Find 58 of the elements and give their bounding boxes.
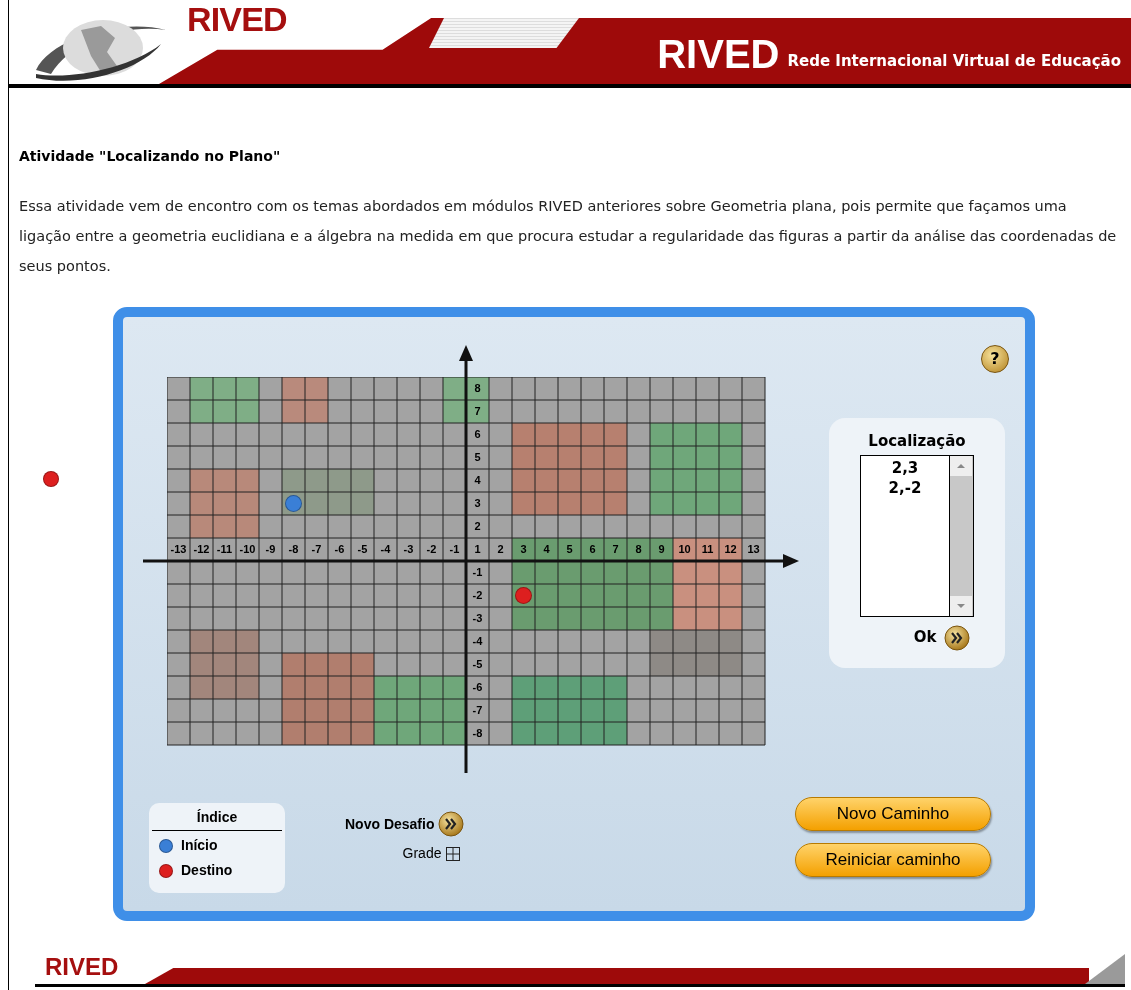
- path-button[interactable]: Novo Caminho: [795, 797, 991, 831]
- y-axis-label: -1: [471, 565, 484, 580]
- x-axis-label: 7: [611, 542, 620, 557]
- y-axis-label: -7: [471, 703, 484, 718]
- x-axis-label: 4: [542, 542, 551, 557]
- help-button[interactable]: ?: [981, 345, 1009, 373]
- x-axis-label: 8: [634, 542, 643, 557]
- legend-label: Início: [181, 836, 218, 855]
- location-label: Localização: [868, 431, 966, 452]
- x-axis-label: 9: [657, 542, 666, 557]
- grid-toggle[interactable]: Grade: [402, 843, 461, 864]
- x-axis-label: 6: [588, 542, 597, 557]
- x-axis-label: -5: [356, 542, 369, 557]
- x-axis-label: -7: [310, 542, 323, 557]
- y-axis-label: 8: [473, 381, 482, 396]
- x-axis-label: -1: [448, 542, 461, 557]
- brand-tagline: Rede Internacional Virtual de Educação: [787, 50, 1121, 72]
- x-axis-label: 3: [519, 542, 528, 557]
- legend-title: Índice: [152, 807, 282, 831]
- y-axis-label: 5: [473, 450, 482, 465]
- x-axis-label: -11: [215, 542, 234, 557]
- x-axis-label: -4: [379, 542, 392, 557]
- ok-button[interactable]: Ok: [913, 624, 971, 651]
- location-input[interactable]: 2,3 2,-2: [860, 454, 950, 617]
- x-axis-label: -3: [402, 542, 415, 557]
- activity-title: Atividade "Localizando no Plano": [19, 147, 282, 166]
- x-axis-label: -12: [192, 542, 211, 557]
- x-axis-label: 5: [565, 542, 574, 557]
- legend-label: Destino: [181, 861, 233, 880]
- y-axis-label: -2: [471, 588, 484, 603]
- y-axis-label: 6: [473, 427, 482, 442]
- intro-paragraph: Essa atividade vem de encontro com os temas abordados em módulos RIVED anteriores sobre Geometria plana, pois permite que façamos uma ligação entre a geometria euclidiana e a álgebra na medida em que procura estudar a regularidade das figuras a partir da análise das coordenadas de seus pontos.: [19, 197, 1118, 276]
- footer-logo-text: RIVED: [45, 955, 119, 979]
- y-axis-label: 2: [473, 519, 482, 534]
- x-axis-label: -10: [238, 542, 257, 557]
- x-axis-label: -2: [425, 542, 438, 557]
- y-axis-label: -5: [471, 657, 484, 672]
- x-axis-label: 2: [496, 542, 505, 557]
- y-axis-label: -6: [471, 680, 484, 695]
- y-axis-label: -4: [471, 634, 484, 649]
- logo-text: RIVED: [187, 2, 287, 36]
- x-axis-label: 1: [473, 542, 482, 557]
- path-button[interactable]: Reiniciar caminho: [795, 843, 991, 877]
- x-axis-label: -9: [264, 542, 277, 557]
- y-axis-label: 7: [473, 404, 482, 419]
- y-axis-label: 3: [473, 496, 482, 511]
- x-axis-label: -13: [169, 542, 188, 557]
- x-axis-label: 12: [723, 542, 738, 557]
- x-axis-label: -6: [333, 542, 346, 557]
- y-axis-label: 4: [473, 473, 482, 488]
- new-challenge-button[interactable]: Novo Desafio: [345, 811, 465, 837]
- y-axis-label: -8: [471, 726, 484, 741]
- x-axis-label: -8: [287, 542, 300, 557]
- brand-title: RIVED: [657, 34, 780, 74]
- x-axis-label: 10: [677, 542, 692, 557]
- y-axis-label: -3: [471, 611, 484, 626]
- x-axis-label: 11: [700, 542, 715, 557]
- x-axis-label: 13: [746, 542, 761, 557]
